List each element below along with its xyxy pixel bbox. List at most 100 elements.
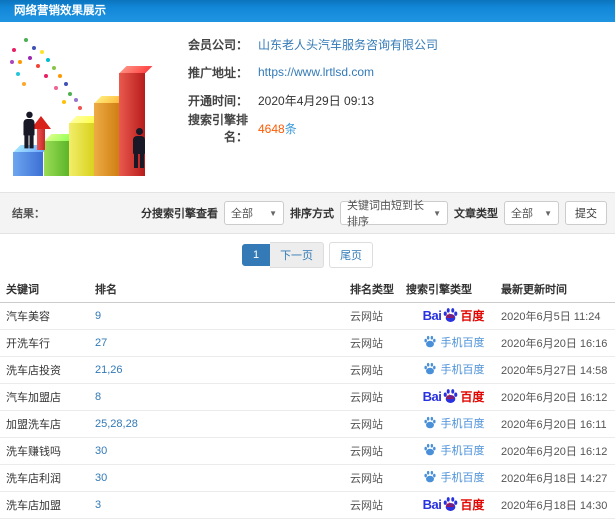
- sort-select[interactable]: 关键词由短到长排序 ▼: [340, 200, 448, 228]
- rank-link[interactable]: 30: [95, 445, 107, 457]
- caret-down-icon: ▼: [544, 208, 552, 218]
- article-type-select[interactable]: 全部 ▼: [504, 201, 559, 225]
- info-fields: 会员公司： 山东老人头汽车服务咨询有限公司 推广地址： https://www.…: [168, 30, 438, 145]
- article-type-label: 文章类型: [454, 208, 498, 220]
- keyword-cell: 洗车赚钱吗: [0, 437, 95, 465]
- rank-type-cell: 云网站: [350, 464, 406, 492]
- confetti-decoration: [2, 30, 6, 34]
- rank-type-cell: 云网站: [350, 491, 406, 519]
- rank-type-cell: 云网站: [350, 302, 406, 330]
- rank-type-cell: 云网站: [350, 356, 406, 384]
- rank-link[interactable]: 30: [95, 472, 107, 484]
- baidu-paw-icon: [423, 416, 436, 428]
- member-company-row: 会员公司： 山东老人头汽车服务咨询有限公司: [168, 30, 438, 58]
- col-header-rank-type: 排名类型: [350, 276, 406, 303]
- keyword-cell: 开洗车行: [0, 329, 95, 357]
- open-time-row: 开通时间： 2020年4月29日 09:13: [168, 86, 438, 114]
- page-button-last[interactable]: 尾页: [329, 242, 374, 268]
- baidu-logo: Bai du 百度: [422, 308, 485, 323]
- engine-cell: 手机百度: [406, 356, 501, 384]
- promo-url-row: 推广地址： https://www.lrtlsd.com: [168, 58, 438, 86]
- engine-filter-label: 分搜索引擎查看: [141, 208, 218, 220]
- caret-down-icon: ▼: [433, 208, 441, 218]
- rank-cell: 30: [95, 464, 350, 492]
- rank-cell: 30: [95, 437, 350, 465]
- rank-link[interactable]: 9: [95, 310, 101, 322]
- keyword-cell: 加盟洗车店: [0, 410, 95, 438]
- col-header-update-time: 最新更新时间: [501, 276, 615, 303]
- table-row: 汽车加盟店 8 云网站 Bai du 百度 2020年6月20日 16:12: [0, 383, 615, 411]
- member-company-link[interactable]: 山东老人头汽车服务咨询有限公司: [258, 38, 438, 52]
- pagination: 1 下一页 尾页: [0, 234, 615, 276]
- engine-cell: 手机百度: [406, 410, 501, 438]
- table-row: 加盟洗车店 25,28,28 云网站 手机百度 2020年6月20日 16:11: [0, 410, 615, 438]
- submit-button[interactable]: 提交: [565, 201, 607, 225]
- bar-blue: [13, 152, 43, 176]
- businessman-figure-left: [23, 111, 35, 149]
- caret-down-icon: ▼: [269, 208, 277, 218]
- baidu-logo: Bai du 百度: [422, 389, 485, 404]
- page-button-current[interactable]: 1: [241, 244, 271, 266]
- engine-cell: Bai du 百度: [406, 302, 501, 330]
- member-company-label: 会员公司：: [187, 37, 248, 52]
- promo-url-link[interactable]: https://www.lrtlsd.com: [258, 65, 374, 79]
- rank-cell: 9: [95, 302, 350, 330]
- sort-value: 关键词由短到长排序: [347, 200, 424, 228]
- engine-cell: 手机百度: [406, 437, 501, 465]
- keyword-cell: 汽车加盟店: [0, 383, 95, 411]
- engine-rank-row: 搜索引擎排名： 4648条: [168, 113, 438, 144]
- filter-bar: 结果： 分搜索引擎查看 全部 ▼ 排序方式 关键词由短到长排序 ▼ 文章类型 全…: [0, 192, 615, 234]
- baidu-paw-icon: [423, 443, 436, 455]
- engine-cell: 手机百度: [406, 464, 501, 492]
- rank-link[interactable]: 3: [95, 499, 101, 511]
- rank-link[interactable]: 21,26: [95, 364, 123, 376]
- col-header-rank: 排名: [95, 276, 350, 303]
- promo-url-label: 推广地址：: [187, 65, 248, 80]
- mobile-baidu-logo: 手机百度: [423, 442, 485, 458]
- page-button-next[interactable]: 下一页: [270, 242, 325, 268]
- rank-type-cell: 云网站: [350, 437, 406, 465]
- engine-cell: Bai du 百度: [406, 491, 501, 519]
- mobile-baidu-logo: 手机百度: [423, 415, 485, 431]
- rank-cell: 27: [95, 329, 350, 357]
- baidu-paw-icon: [423, 335, 436, 347]
- rank-cell: 8: [95, 383, 350, 411]
- open-time-value: 2020年4月29日 09:13: [258, 93, 375, 108]
- keyword-cell: 汽车美容: [0, 302, 95, 330]
- rank-link[interactable]: 25,28,28: [95, 418, 138, 430]
- table-row: 开洗车行 27 云网站 手机百度 2020年6月20日 16:16: [0, 329, 615, 357]
- info-section: 会员公司： 山东老人头汽车服务咨询有限公司 推广地址： https://www.…: [0, 22, 615, 192]
- update-time-cell: 2020年6月20日 16:16: [501, 329, 615, 357]
- mobile-baidu-logo: 手机百度: [423, 334, 485, 350]
- table-header-row: 关键词 排名 排名类型 搜索引擎类型 最新更新时间: [0, 276, 615, 303]
- rank-cell: 3: [95, 491, 350, 519]
- rank-type-cell: 云网站: [350, 410, 406, 438]
- engine-rank-label: 搜索引擎排名：: [187, 113, 248, 144]
- result-label: 结果：: [12, 208, 45, 220]
- keyword-rank-table: 关键词 排名 排名类型 搜索引擎类型 最新更新时间 汽车美容 9 云网站 Bai du 百…: [0, 276, 615, 519]
- mobile-baidu-logo: 手机百度: [423, 361, 485, 377]
- filter-controls: 分搜索引擎查看 全部 ▼ 排序方式 关键词由短到长排序 ▼ 文章类型 全部 ▼ …: [141, 200, 607, 228]
- bar-orange: [94, 103, 119, 176]
- rank-cell: 21,26: [95, 356, 350, 384]
- sort-label: 排序方式: [290, 208, 334, 220]
- table-row: 汽车美容 9 云网站 Bai du 百度 2020年6月5日 11:24: [0, 302, 615, 330]
- bar-yellow: [69, 123, 94, 176]
- table-row: 洗车店加盟 3 云网站 Bai du 百度 2020年6月18日 14:30: [0, 491, 615, 519]
- rank-link[interactable]: 27: [95, 337, 107, 349]
- table-row: 洗车赚钱吗 30 云网站 手机百度 2020年6月20日 16:12: [0, 437, 615, 465]
- engine-filter-select[interactable]: 全部 ▼: [224, 201, 284, 225]
- update-time-cell: 2020年6月5日 11:24: [501, 302, 615, 330]
- engine-cell: 手机百度: [406, 329, 501, 357]
- article-type-value: 全部: [511, 208, 533, 220]
- rank-type-cell: 云网站: [350, 329, 406, 357]
- update-time-cell: 2020年6月20日 16:11: [501, 410, 615, 438]
- rank-cell: 25,28,28: [95, 410, 350, 438]
- rank-type-cell: 云网站: [350, 383, 406, 411]
- baidu-paw-icon: [423, 470, 436, 482]
- table-body: 汽车美容 9 云网站 Bai du 百度 2020年6月5日 11:24 开洗车行 27 云网站手…: [0, 302, 615, 519]
- table-row: 洗车店投资 21,26 云网站 手机百度 2020年5月27日 14:58: [0, 356, 615, 384]
- page-header: 网络营销效果展示: [0, 0, 615, 22]
- mobile-baidu-logo: 手机百度: [423, 469, 485, 485]
- rank-link[interactable]: 8: [95, 391, 101, 403]
